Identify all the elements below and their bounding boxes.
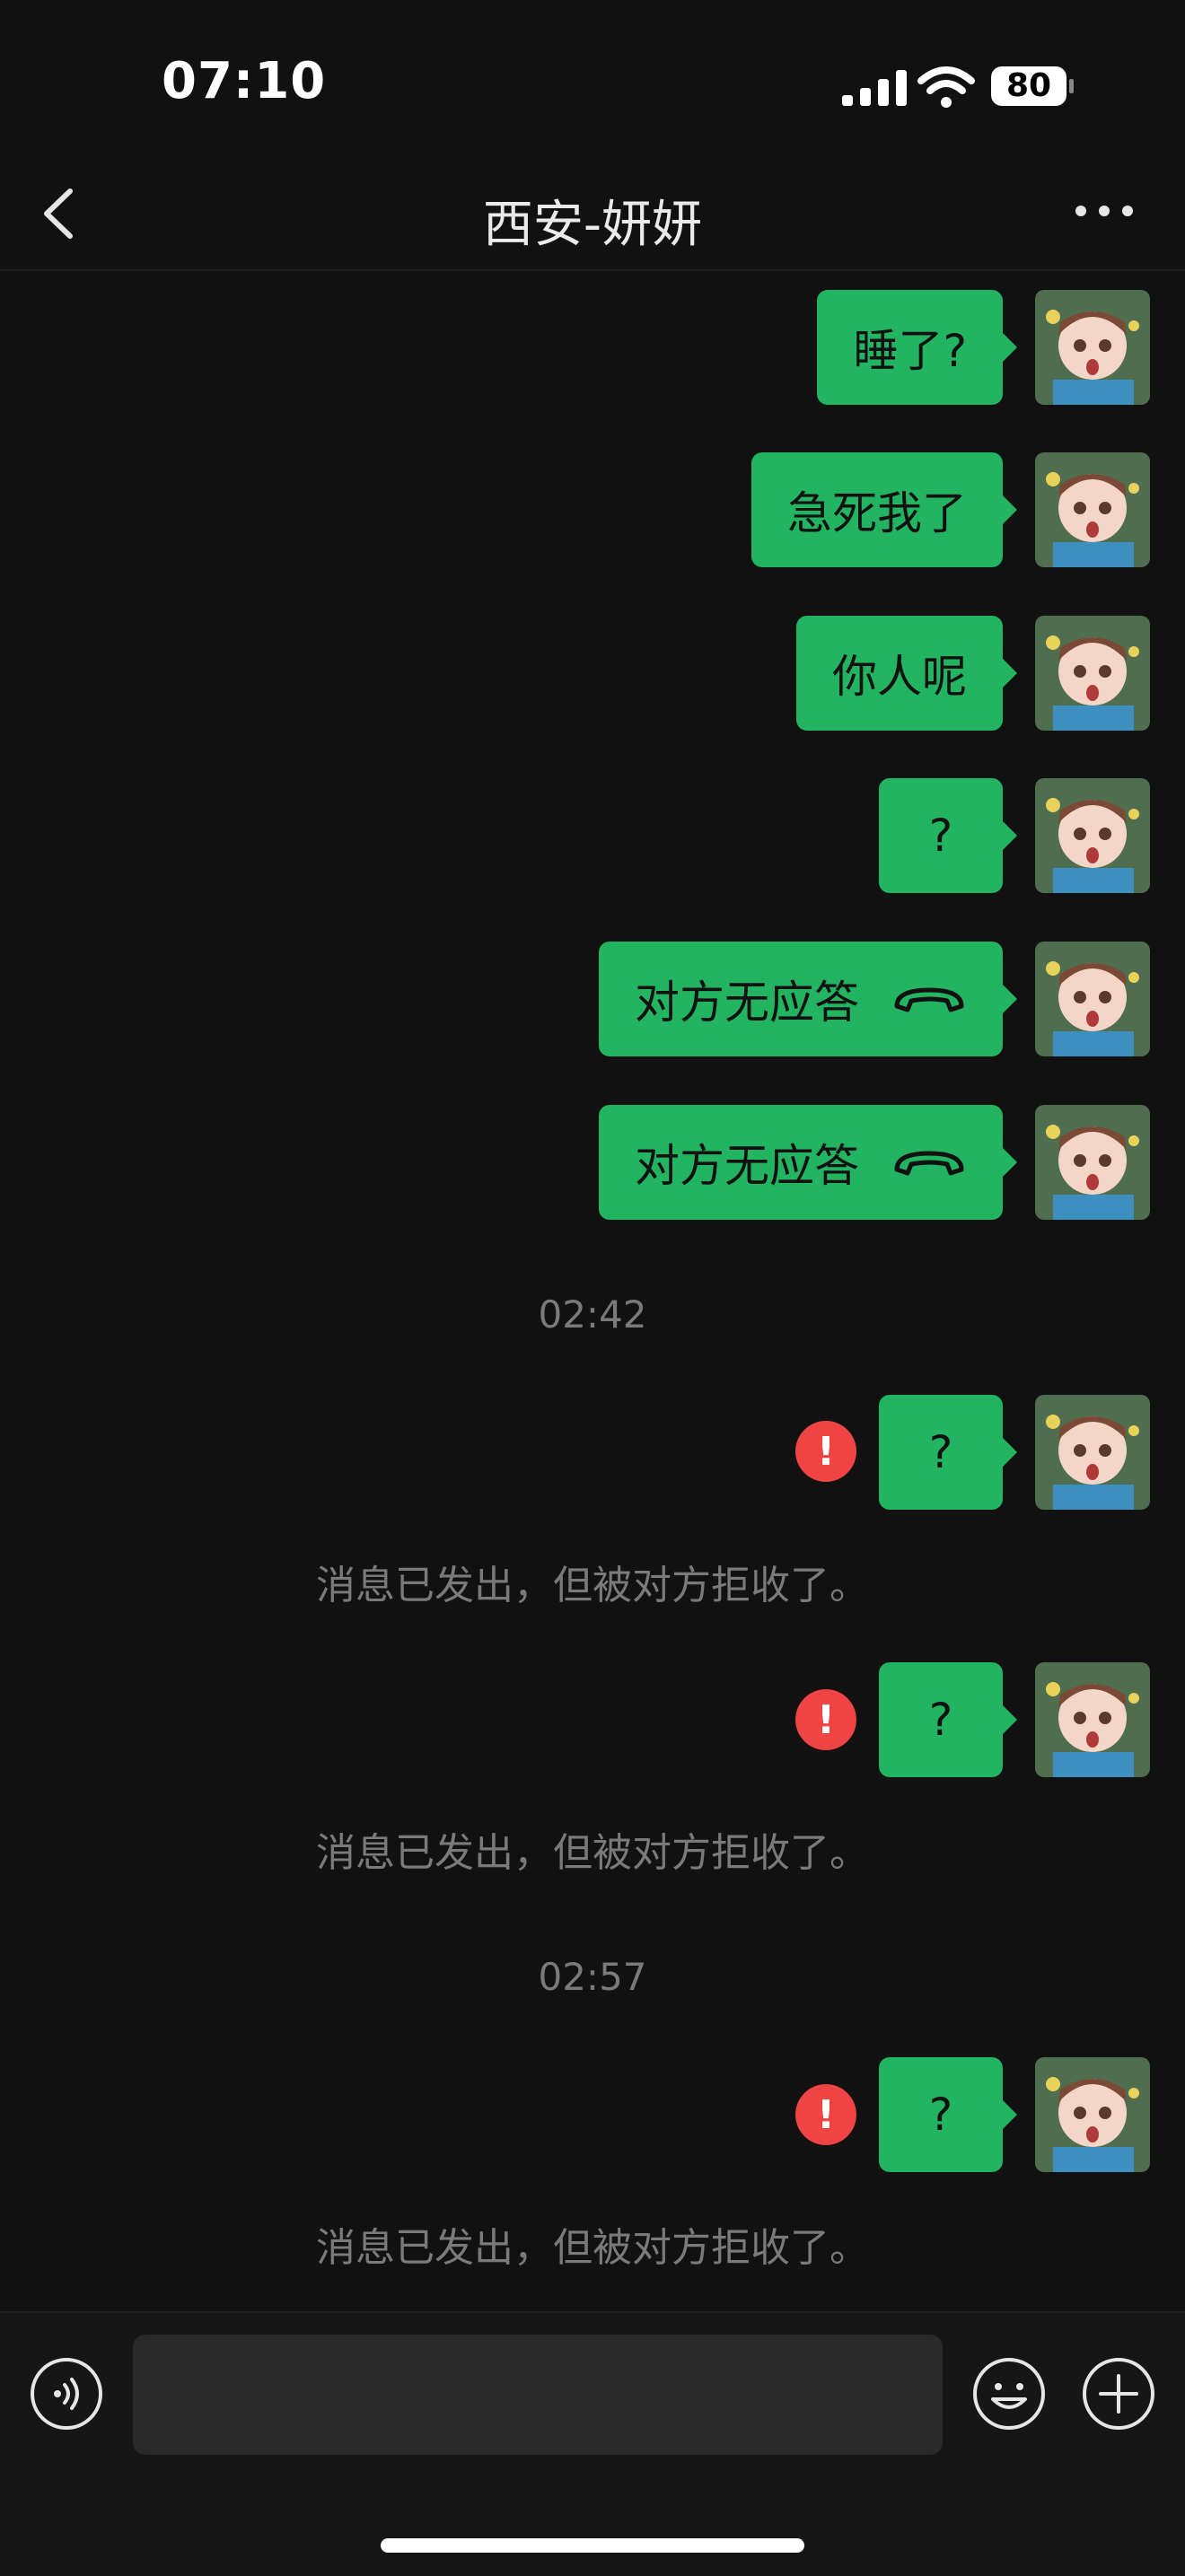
message-bubble[interactable]: 你人呢 bbox=[796, 616, 1017, 731]
avatar-image bbox=[1035, 616, 1150, 731]
call-record-bubble[interactable]: 对方无应答 bbox=[599, 1105, 1017, 1220]
avatar[interactable] bbox=[1035, 452, 1150, 567]
avatar[interactable] bbox=[1035, 1395, 1150, 1510]
message-text: ? bbox=[928, 2089, 953, 2141]
more-icon[interactable] bbox=[1068, 184, 1140, 238]
avatar[interactable] bbox=[1035, 290, 1150, 405]
avatar[interactable] bbox=[1035, 1105, 1150, 1220]
page-title: 西安-妍妍 bbox=[482, 196, 703, 254]
battery-indicator: 80 bbox=[990, 65, 1075, 108]
plus-icon[interactable] bbox=[1081, 2356, 1156, 2431]
wifi-icon bbox=[917, 66, 975, 108]
timestamp: 02:42 bbox=[538, 1292, 647, 1336]
phone-hangup-icon bbox=[894, 1151, 964, 1176]
avatar[interactable] bbox=[1035, 942, 1150, 1056]
avatar-image bbox=[1035, 290, 1150, 405]
avatar[interactable] bbox=[1035, 616, 1150, 731]
cellular-signal-icon bbox=[842, 70, 907, 106]
avatar-image bbox=[1035, 1105, 1150, 1220]
error-icon[interactable]: ! bbox=[795, 1421, 856, 1482]
system-notice: 消息已发出，但被对方拒收了。 bbox=[316, 2225, 869, 2271]
avatar[interactable] bbox=[1035, 2057, 1150, 2172]
message-text: ? bbox=[928, 1694, 953, 1746]
avatar-image bbox=[1035, 1395, 1150, 1510]
system-notice: 消息已发出，但被对方拒收了。 bbox=[316, 1563, 869, 1608]
message-bubble[interactable]: ? bbox=[879, 1395, 1017, 1510]
message-text: ? bbox=[928, 810, 953, 862]
error-icon[interactable]: ! bbox=[795, 1689, 856, 1750]
status-time: 07:10 bbox=[162, 52, 327, 110]
message-text: 睡了? bbox=[853, 325, 967, 377]
avatar-image bbox=[1035, 942, 1150, 1056]
avatar-image bbox=[1035, 1662, 1150, 1777]
input-bar bbox=[0, 2311, 1185, 2576]
avatar[interactable] bbox=[1035, 1662, 1150, 1777]
home-indicator[interactable] bbox=[381, 2538, 804, 2553]
message-input[interactable] bbox=[133, 2335, 943, 2455]
status-bar: 07:10 80 bbox=[0, 0, 1185, 157]
chat-header: 西安-妍妍 bbox=[0, 157, 1185, 271]
system-notice: 消息已发出，但被对方拒收了。 bbox=[316, 1830, 869, 1876]
message-text: ? bbox=[928, 1426, 953, 1478]
message-bubble[interactable]: ? bbox=[879, 2057, 1017, 2172]
emoji-icon[interactable] bbox=[971, 2356, 1047, 2431]
message-text: 急死我了 bbox=[787, 487, 967, 539]
avatar-image bbox=[1035, 452, 1150, 567]
call-record-bubble[interactable]: 对方无应答 bbox=[599, 942, 1017, 1056]
message-bubble[interactable]: ? bbox=[879, 778, 1017, 893]
avatar-image bbox=[1035, 2057, 1150, 2172]
voice-icon[interactable] bbox=[29, 2356, 104, 2431]
error-icon[interactable]: ! bbox=[795, 2084, 856, 2145]
message-bubble[interactable]: ? bbox=[879, 1662, 1017, 1777]
avatar[interactable] bbox=[1035, 778, 1150, 893]
phone-hangup-icon bbox=[894, 987, 964, 1012]
message-bubble[interactable]: 睡了? bbox=[817, 290, 1017, 405]
message-text: 你人呢 bbox=[832, 651, 967, 703]
message-bubble[interactable]: 急死我了 bbox=[751, 452, 1017, 567]
avatar-image bbox=[1035, 778, 1150, 893]
timestamp: 02:57 bbox=[538, 1955, 647, 1999]
message-text: 对方无应答 bbox=[635, 977, 859, 1029]
message-text: 对方无应答 bbox=[635, 1140, 859, 1192]
battery-percent: 80 bbox=[1005, 67, 1052, 104]
